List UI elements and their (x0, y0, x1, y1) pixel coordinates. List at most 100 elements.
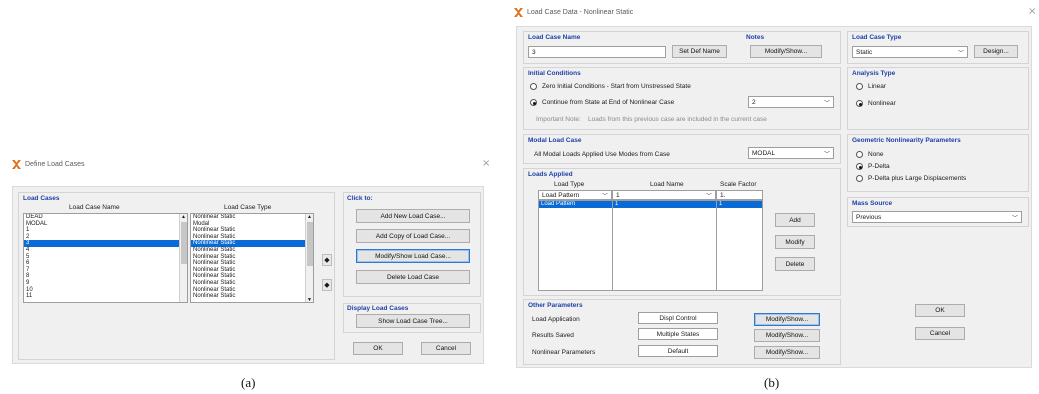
results-saved-modify-button[interactable]: Modify/Show... (754, 329, 820, 342)
geom-pdelta-label: P-Delta (868, 163, 890, 170)
geom-pdelta-large-option[interactable]: P-Delta plus Large Displacements (856, 175, 966, 182)
mass-source-group: Mass Source Previous ﹀ (847, 197, 1029, 227)
load-case-type-item[interactable]: Nonlinear Static (191, 273, 305, 280)
load-case-type-item[interactable]: Nonlinear Static (191, 260, 305, 267)
add-load-button[interactable]: Add (775, 213, 815, 227)
move-down-button[interactable]: ◆ (322, 279, 332, 291)
row-load-type[interactable]: Load Pattern (539, 201, 612, 208)
geom-none-option[interactable]: None (856, 151, 884, 158)
define-load-cases-dialog: Define Load Cases × Load Cases Load Case… (10, 158, 492, 380)
modify-load-button[interactable]: Modify (775, 235, 815, 249)
scroll-down-icon[interactable]: ▼ (307, 297, 312, 302)
row-scale-factor[interactable]: 1 (717, 201, 762, 208)
caption-b: (b) (764, 375, 780, 390)
load-case-name-input[interactable]: 3 (528, 46, 666, 58)
load-case-type-item[interactable]: Nonlinear Static (191, 240, 305, 247)
edit-scale-factor-input[interactable]: 1. (716, 190, 763, 200)
geom-pdelta-option[interactable]: P-Delta (856, 163, 890, 170)
at-linear-option[interactable]: Linear (856, 83, 886, 90)
nonlinear-params-label: Nonlinear Parameters (532, 349, 596, 356)
scroll-up-icon[interactable]: ▲ (307, 214, 312, 220)
load-case-name-item[interactable]: 7 (24, 267, 179, 274)
load-case-data-dialog: Load Case Data - Nonlinear Static × Load… (512, 4, 1036, 370)
analysis-type-label: Analysis Type (852, 70, 896, 77)
load-case-type-list[interactable]: Nonlinear Static Modal Nonlinear Static Non… (190, 213, 314, 303)
geom-pdelta-large-radio[interactable] (856, 175, 863, 182)
load-case-name-item[interactable]: 4 (24, 247, 179, 254)
set-def-name-button[interactable]: Set Def Name (672, 45, 727, 58)
app-logo-icon (12, 160, 21, 169)
nonlinear-params-modify-button[interactable]: Modify/Show... (754, 346, 820, 359)
ic-continue-radio[interactable] (530, 99, 537, 106)
load-case-type-select[interactable]: Static ﹀ (852, 46, 968, 58)
grid-col-load-type: Load Pattern (539, 201, 613, 290)
load-case-name-item[interactable]: 3 (24, 240, 179, 247)
mass-source-select[interactable]: Previous ﹀ (852, 211, 1022, 223)
load-case-type-value: Static (856, 48, 873, 56)
at-nonlinear-option[interactable]: Nonlinear (856, 100, 896, 107)
results-saved-label: Results Saved (532, 332, 574, 339)
ic-continue-select[interactable]: 2 ﹀ (748, 96, 834, 108)
close-icon[interactable]: × (482, 158, 490, 169)
load-case-name-list[interactable]: DEAD MODAL 1 2 3 4 5 6 7 8 9 10 11 ▲ (23, 213, 188, 303)
cancel-button[interactable]: Cancel (421, 342, 471, 355)
loads-applied-grid[interactable]: Load Pattern 1 1 (538, 200, 763, 291)
name-list-scrollbar[interactable]: ▲ (179, 214, 187, 302)
scroll-thumb[interactable] (307, 222, 313, 266)
ic-zero-option[interactable]: Zero Initial Conditions - Start from Uns… (530, 83, 691, 90)
load-case-name-item[interactable]: 10 (24, 287, 179, 294)
ic-zero-radio[interactable] (530, 83, 537, 90)
dropdown-arrow-icon: ﹀ (705, 193, 712, 200)
at-linear-radio[interactable] (856, 83, 863, 90)
load-case-name-item[interactable]: 5 (24, 254, 179, 261)
load-case-type-item[interactable]: Modal (191, 221, 305, 228)
modal-case-select[interactable]: MODAL ﹀ (748, 147, 834, 159)
edit-load-name-select[interactable]: 1 ﹀ (612, 190, 716, 200)
load-case-name-item[interactable]: 8 (24, 273, 179, 280)
modal-text: All Modal Loads Applied Use Modes from C… (534, 151, 670, 158)
dropdown-arrow-icon: ﹀ (823, 151, 830, 158)
load-case-name-item[interactable]: 9 (24, 280, 179, 287)
load-case-name-item[interactable]: DEAD (24, 214, 179, 221)
load-case-type-item[interactable]: Nonlinear Static (191, 247, 305, 254)
ic-continue-option[interactable]: Continue from State at End of Nonlinear … (530, 99, 674, 106)
show-load-case-tree-button[interactable]: Show Load Case Tree... (356, 314, 470, 328)
load-cases-group: Load Cases Load Case Name Load Case Type… (18, 192, 335, 360)
geom-none-radio[interactable] (856, 151, 863, 158)
load-case-name-item[interactable]: 2 (24, 234, 179, 241)
load-case-name-item[interactable]: 11 (24, 293, 179, 300)
load-case-type-item[interactable]: Nonlinear Static (191, 214, 305, 221)
row-load-name[interactable]: 1 (613, 201, 716, 208)
design-button[interactable]: Design... (974, 45, 1018, 58)
load-case-type-item[interactable]: Nonlinear Static (191, 293, 305, 300)
dropdown-arrow-icon: ﹀ (601, 193, 608, 200)
geom-pdelta-radio[interactable] (856, 163, 863, 170)
load-case-type-label: Load Case Type (852, 34, 902, 41)
load-case-type-item[interactable]: Nonlinear Static (191, 267, 305, 274)
type-list-scrollbar[interactable]: ▲ ▼ (305, 214, 313, 302)
load-case-name-item[interactable]: 6 (24, 260, 179, 267)
ok-button[interactable]: OK (353, 342, 403, 355)
load-case-name-item[interactable]: MODAL (24, 221, 179, 228)
ok-button[interactable]: OK (915, 304, 965, 317)
add-copy-load-case-button[interactable]: Add Copy of Load Case... (356, 229, 470, 243)
load-case-type-item[interactable]: Nonlinear Static (191, 227, 305, 234)
load-case-type-item[interactable]: Nonlinear Static (191, 280, 305, 287)
delete-load-button[interactable]: Delete (775, 257, 815, 271)
move-up-button[interactable]: ◆ (322, 254, 332, 266)
load-case-type-item[interactable]: Nonlinear Static (191, 287, 305, 294)
notes-modify-show-button[interactable]: Modify/Show... (750, 45, 822, 58)
cancel-button[interactable]: Cancel (915, 327, 965, 340)
edit-load-type-select[interactable]: Load Pattern ﹀ (538, 190, 612, 200)
scroll-thumb[interactable] (181, 222, 187, 264)
add-new-load-case-button[interactable]: Add New Load Case... (356, 209, 470, 223)
load-case-type-item[interactable]: Nonlinear Static (191, 234, 305, 241)
modify-show-load-case-button[interactable]: Modify/Show Load Case... (356, 249, 470, 263)
delete-load-case-button[interactable]: Delete Load Case (356, 270, 470, 284)
load-case-name-item[interactable]: 1 (24, 227, 179, 234)
close-icon[interactable]: × (1028, 6, 1036, 17)
at-nonlinear-radio[interactable] (856, 100, 863, 107)
load-case-type-item[interactable]: Nonlinear Static (191, 254, 305, 261)
load-application-modify-button[interactable]: Modify/Show... (754, 313, 820, 326)
scroll-up-icon[interactable]: ▲ (181, 214, 186, 220)
